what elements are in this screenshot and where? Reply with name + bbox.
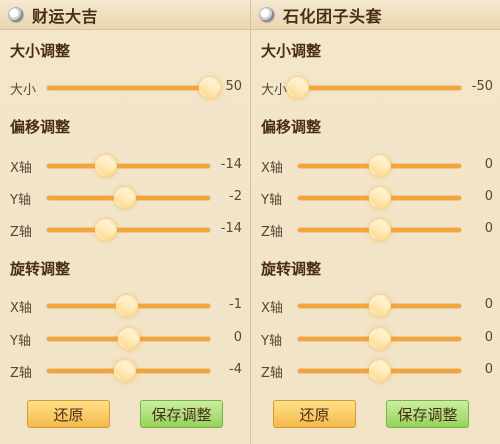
size-section-title: 大小调整 — [261, 42, 322, 60]
panel-title-bar: 财运大吉 — [0, 0, 250, 30]
size-label: 大小 — [10, 83, 37, 98]
rotate-z-label: Z轴 — [261, 366, 283, 381]
rotate-y-row: Y轴 0 — [0, 327, 250, 351]
offset-y-label: Y轴 — [10, 193, 31, 208]
save-button[interactable]: 保存调整 — [140, 400, 223, 428]
rotate-section-title: 旋转调整 — [10, 260, 71, 278]
offset-x-value: -14 — [220, 157, 242, 172]
offset-z-slider-knob[interactable] — [94, 219, 117, 241]
rotate-x-slider-knob[interactable] — [115, 295, 138, 317]
rotate-z-value: -4 — [229, 362, 242, 377]
offset-y-slider-knob[interactable] — [114, 187, 137, 209]
rotate-z-slider-knob[interactable] — [368, 360, 391, 382]
panel-title-bar: 石化团子头套 — [251, 0, 500, 30]
size-slider-track[interactable] — [298, 86, 461, 90]
rotate-x-value: 0 — [484, 297, 493, 312]
offset-x-row: X轴 0 — [251, 154, 500, 178]
offset-y-row: Y轴 -2 — [0, 186, 250, 210]
rotate-z-row: Z轴 0 — [251, 359, 500, 383]
offset-y-label: Y轴 — [261, 193, 282, 208]
rotate-x-row: X轴 -1 — [0, 294, 250, 318]
offset-x-label: X轴 — [10, 161, 32, 176]
rotate-z-label: Z轴 — [10, 366, 32, 381]
offset-z-label: Z轴 — [10, 225, 32, 240]
rotate-x-row: X轴 0 — [251, 294, 500, 318]
rotate-y-value: 0 — [484, 330, 493, 345]
rotate-z-value: 0 — [484, 362, 493, 377]
reset-button[interactable]: 还原 — [27, 400, 110, 428]
rotate-x-label: X轴 — [10, 301, 32, 316]
rotate-z-row: Z轴 -4 — [0, 359, 250, 383]
size-section-title: 大小调整 — [10, 42, 71, 60]
offset-y-value: -2 — [229, 189, 242, 204]
offset-x-row: X轴 -14 — [0, 154, 250, 178]
item-icon — [259, 6, 275, 23]
offset-z-row: Z轴 0 — [251, 218, 500, 242]
rotate-y-row: Y轴 0 — [251, 327, 500, 351]
offset-y-value: 0 — [484, 189, 493, 204]
offset-y-slider-knob[interactable] — [368, 187, 391, 209]
offset-z-row: Z轴 -14 — [0, 218, 250, 242]
offset-x-label: X轴 — [261, 161, 283, 176]
size-value: -50 — [471, 79, 493, 94]
size-row: 大小 50 — [0, 76, 250, 100]
panel-title: 石化团子头套 — [283, 6, 383, 26]
reset-button[interactable]: 还原 — [273, 400, 356, 428]
rotate-z-slider-knob[interactable] — [114, 360, 137, 382]
offset-z-label: Z轴 — [261, 225, 283, 240]
offset-y-row: Y轴 0 — [251, 186, 500, 210]
size-slider-knob[interactable] — [287, 77, 309, 99]
offset-x-slider-knob[interactable] — [368, 155, 391, 177]
rotate-y-slider-knob[interactable] — [368, 328, 391, 350]
rotate-y-label: Y轴 — [261, 334, 282, 349]
offset-x-slider-knob[interactable] — [94, 155, 117, 177]
size-value: 50 — [225, 79, 242, 94]
offset-z-slider-track[interactable] — [47, 228, 210, 232]
panel-title: 财运大吉 — [32, 6, 99, 26]
size-slider-track[interactable] — [47, 86, 210, 90]
size-row: 大小 -50 — [251, 76, 500, 100]
item-icon — [8, 6, 24, 23]
rotate-x-slider-knob[interactable] — [368, 295, 391, 317]
offset-x-slider-track[interactable] — [47, 164, 210, 168]
save-button[interactable]: 保存调整 — [386, 400, 469, 428]
offset-section-title: 偏移调整 — [261, 118, 322, 136]
rotate-x-label: X轴 — [261, 301, 283, 316]
rotate-y-label: Y轴 — [10, 334, 31, 349]
size-label: 大小 — [261, 83, 288, 98]
rotate-x-value: -1 — [229, 297, 242, 312]
offset-z-slider-knob[interactable] — [368, 219, 391, 241]
right-panel: 石化团子头套 大小调整 大小 -50 偏移调整 X轴 0 Y轴 0 Z轴 0 旋… — [250, 0, 500, 444]
rotate-y-value: 0 — [233, 330, 242, 345]
left-panel: 财运大吉 大小调整 大小 50 偏移调整 X轴 -14 Y轴 -2 Z轴 -14… — [0, 0, 250, 444]
offset-x-value: 0 — [484, 157, 493, 172]
rotate-y-slider-knob[interactable] — [117, 328, 140, 350]
offset-z-value: 0 — [484, 221, 493, 236]
offset-z-value: -14 — [220, 221, 242, 236]
offset-section-title: 偏移调整 — [10, 118, 71, 136]
rotate-section-title: 旋转调整 — [261, 260, 322, 278]
